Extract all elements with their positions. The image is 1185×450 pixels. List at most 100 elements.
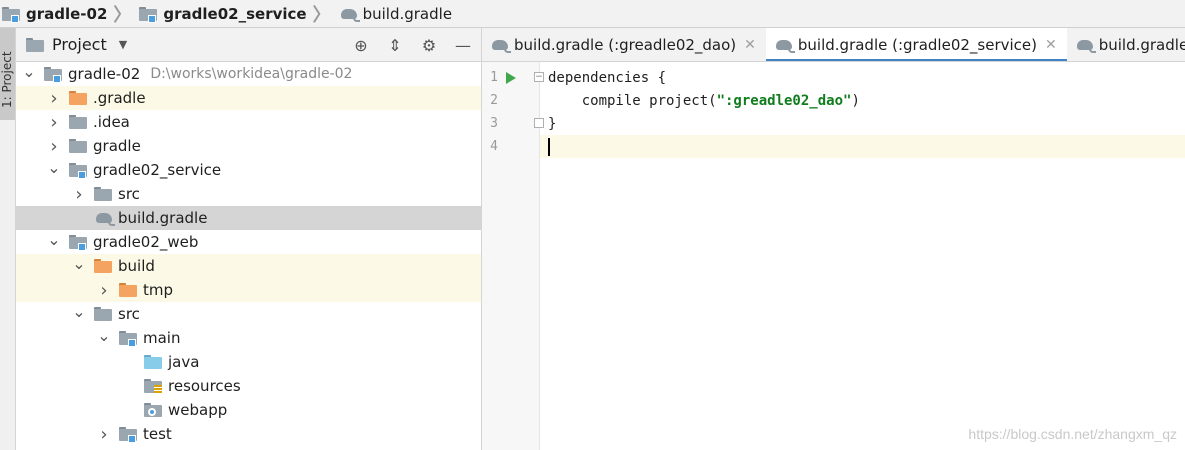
line-number: 3 [490,116,498,131]
resources-folder-icon [144,379,162,393]
tree-row[interactable]: › src [16,182,481,206]
chevron-right-icon[interactable]: › [47,112,61,133]
tree-row[interactable]: ›webapp [16,398,481,422]
code-line[interactable]: } [540,112,1185,135]
breadcrumb-label: gradle-02 [26,4,108,23]
text-caret [548,137,550,156]
breadcrumb-label: build.gradle [362,4,453,23]
breadcrumb: gradle-02 〉 gradle02_service 〉 build.gra… [0,0,1185,28]
gradle-elephant-icon [774,38,795,53]
close-icon[interactable]: ✕ [744,37,756,53]
close-icon[interactable]: ✕ [1045,37,1057,53]
tree-row[interactable]: ›resources [16,374,481,398]
code-line[interactable]: dependencies { [540,66,1185,89]
module-folder-icon [69,235,87,251]
breadcrumb-label: gradle02_service [163,4,307,23]
chevron-right-icon[interactable]: › [72,184,86,205]
excluded-folder-icon [119,283,137,297]
tree-item-label: gradle02_service [93,161,222,179]
editor-tab-label: build.gradle (:g [1098,35,1185,54]
left-tool-strip: 1: Project [0,28,16,450]
module-folder-icon [44,67,62,83]
tree-row[interactable]: › test [16,422,481,446]
chevron-right-icon: 〉 [312,4,331,26]
gradle-elephant-icon [490,38,511,53]
watermark: https://blog.csdn.net/zhangxm_qz [968,426,1177,442]
tree-row[interactable]: › .gradle [16,86,481,110]
gradle-elephant-icon [339,7,360,22]
tree-row[interactable]: ⌄ gradle02_service [16,158,481,182]
project-tree: ⌄ gradle-02 D:\works\workidea\gradle-02 › .g… [16,62,481,446]
project-view-selector[interactable]: Project ▼ [26,35,127,54]
tree-row[interactable]: › gradle [16,134,481,158]
editor-tab-label: build.gradle (:gradle02_service) [797,35,1037,54]
module-folder-icon [119,331,137,347]
tree-row[interactable]: ›build.gradle [16,206,481,230]
code-text: compile project( [548,92,717,109]
breadcrumb-item-module[interactable]: gradle02_service 〉 [137,0,336,28]
code-area[interactable]: dependencies { compile project(":greadle… [540,62,1185,450]
locate-icon[interactable]: ⊕ [351,36,371,55]
tree-row[interactable]: › tmp [16,278,481,302]
gear-icon[interactable]: ⚙ [419,36,439,55]
breadcrumb-item-project[interactable]: gradle-02 〉 [0,0,137,28]
module-folder-icon [2,7,20,23]
project-view-icon [26,38,44,52]
tree-item-label: webapp [168,401,228,419]
chevron-down-icon[interactable]: ⌄ [72,254,86,273]
tree-item-label: build [118,257,155,275]
line-number: 2 [490,93,498,108]
web-folder-icon [144,403,162,417]
excluded-folder-icon [69,91,87,105]
editor-tab-label: build.gradle (:greadle02_dao) [514,35,737,54]
folder-icon [94,307,112,321]
editor-area: build.gradle (:greadle02_dao) ✕ build.grad… [482,28,1185,450]
chevron-right-icon[interactable]: › [97,280,111,301]
module-folder-icon [69,163,87,179]
chevron-right-icon[interactable]: › [47,88,61,109]
tree-row[interactable]: ⌄ gradle02_web [16,230,481,254]
chevron-down-icon: ▼ [118,38,128,51]
folder-icon [69,115,87,129]
editor-tab[interactable]: build.gradle (:g [1067,28,1185,61]
collapse-icon[interactable]: ⇕ [385,36,405,55]
chevron-down-icon[interactable]: ⌄ [97,326,111,345]
run-gutter-icon[interactable] [506,72,516,84]
tree-row[interactable]: ⌄ src [16,302,481,326]
tree-item-label: gradle02_web [93,233,199,251]
tree-row[interactable]: › .idea [16,110,481,134]
tree-item-label: src [118,305,140,323]
folder-icon [69,139,87,153]
breadcrumb-item-file[interactable]: build.gradle [337,0,458,28]
code-string: ":greadle02_dao" [716,92,852,109]
chevron-right-icon: 〉 [113,4,132,26]
tree-item-label: gradle [93,137,141,155]
chevron-down-icon[interactable]: ⌄ [72,302,86,321]
minimize-icon[interactable]: — [453,36,473,55]
chevron-right-icon[interactable]: › [47,136,61,157]
tree-item-label: src [118,185,140,203]
project-tool-tab[interactable]: 1: Project [0,28,15,120]
chevron-down-icon[interactable]: ⌄ [47,158,61,177]
folder-icon [94,187,112,201]
tree-item-label: build.gradle [118,209,208,227]
excluded-folder-icon [94,259,112,273]
tree-item-label: java [168,353,200,371]
module-folder-icon [139,7,158,23]
tree-row[interactable]: ›java [16,350,481,374]
line-number: 4 [490,139,498,154]
chevron-down-icon[interactable]: ⌄ [47,230,61,249]
editor-tab[interactable]: build.gradle (:greadle02_dao) ✕ [482,28,766,61]
code-line[interactable]: compile project(":greadle02_dao") [540,89,1185,112]
tree-row[interactable]: ⌄ build [16,254,481,278]
tree-row[interactable]: ⌄ gradle-02 D:\works\workidea\gradle-02 [16,62,481,86]
chevron-right-icon[interactable]: › [97,424,111,445]
editor-tab[interactable]: build.gradle (:gradle02_service) ✕ [765,28,1067,61]
gradle-elephant-icon [1075,38,1096,53]
tree-item-label: main [143,329,181,347]
code-text: ) [851,92,860,109]
tree-row[interactable]: ⌄ main [16,326,481,350]
line-number: 1 [490,70,498,85]
chevron-down-icon[interactable]: ⌄ [22,62,36,81]
code-line[interactable] [540,135,1185,158]
